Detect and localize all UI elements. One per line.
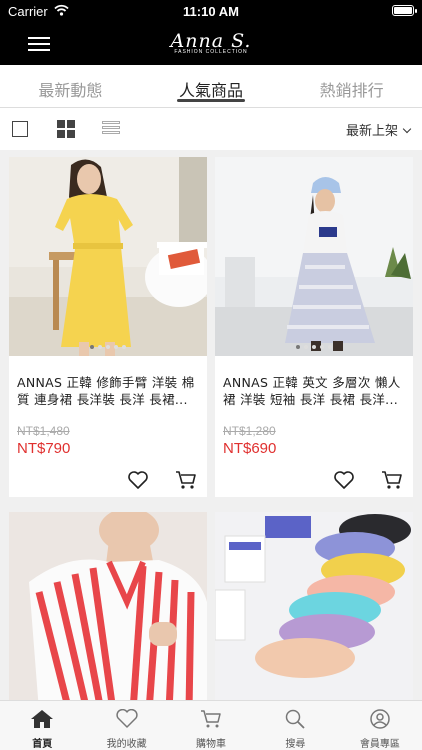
product-card[interactable]	[9, 512, 207, 700]
original-price: NT$1,280	[223, 424, 276, 438]
heart-icon[interactable]	[333, 470, 355, 490]
cart-icon	[201, 710, 221, 728]
list-view-icon[interactable]	[102, 121, 120, 137]
app: Carrier 11:10 AM Anna S. FASHION COLLECT…	[0, 0, 422, 750]
product-grid: ANNAS 正韓 修飾手臂 洋裝 棉質 連身裙 長洋裝 長洋 長裙... NT$…	[0, 150, 422, 700]
heart-icon[interactable]	[127, 470, 149, 490]
tab-bestsellers[interactable]: 熱銷排行	[281, 65, 422, 107]
tab-home[interactable]: 首頁	[0, 701, 84, 750]
product-card[interactable]: ANNAS 正韓 英文 多層次 懶人裙 洋裝 短袖 長洋 長裙 長洋... NT…	[215, 157, 413, 497]
tab-cart[interactable]: 購物車	[169, 701, 253, 750]
tab-popular[interactable]: 人氣商品	[141, 65, 282, 107]
grid-view-icon[interactable]	[57, 120, 75, 138]
image-pager	[9, 334, 207, 353]
product-name: ANNAS 正韓 英文 多層次 懶人裙 洋裝 短袖 長洋 長裙 長洋...	[223, 375, 401, 407]
user-icon	[370, 709, 390, 729]
tab-member[interactable]: 會員專區	[338, 701, 422, 750]
home-icon	[31, 710, 54, 728]
product-image[interactable]	[215, 512, 413, 700]
chevron-down-icon	[402, 124, 412, 134]
sort-dropdown[interactable]: 最新上架	[346, 120, 412, 139]
image-pager	[215, 334, 413, 353]
product-image[interactable]	[215, 157, 413, 356]
battery-icon	[392, 5, 414, 16]
single-view-icon[interactable]	[12, 121, 28, 137]
bottom-tab-bar: 首頁 我的收藏 購物車 搜尋 會員專區	[0, 700, 422, 750]
product-image[interactable]	[9, 512, 207, 700]
product-card[interactable]: ANNAS 正韓 修飾手臂 洋裝 棉質 連身裙 長洋裝 長洋 長裙... NT$…	[9, 157, 207, 497]
cart-icon[interactable]	[381, 470, 403, 490]
product-card[interactable]	[215, 512, 413, 700]
navigation-bar: Anna S. FASHION COLLECTION	[0, 24, 422, 65]
category-tabs: 最新動態 人氣商品 熱銷排行	[0, 65, 422, 108]
status-bar: Carrier 11:10 AM	[0, 0, 422, 24]
tab-favorites[interactable]: 我的收藏	[84, 701, 168, 750]
heart-icon	[115, 708, 138, 728]
tab-search[interactable]: 搜尋	[253, 701, 337, 750]
sale-price: NT$690	[223, 440, 277, 457]
active-tab-indicator	[176, 99, 246, 102]
search-icon	[286, 709, 306, 729]
clock: 11:10 AM	[183, 4, 239, 19]
brand-logo: Anna S. FASHION COLLECTION	[170, 30, 252, 55]
product-name: ANNAS 正韓 修飾手臂 洋裝 棉質 連身裙 長洋裝 長洋 長裙...	[17, 375, 195, 407]
original-price: NT$1,480	[17, 424, 70, 438]
cart-icon[interactable]	[175, 470, 197, 490]
tab-latest[interactable]: 最新動態	[0, 65, 141, 107]
view-toolbar: 最新上架	[0, 108, 422, 150]
sale-price: NT$790	[17, 440, 71, 457]
product-image[interactable]	[9, 157, 207, 356]
